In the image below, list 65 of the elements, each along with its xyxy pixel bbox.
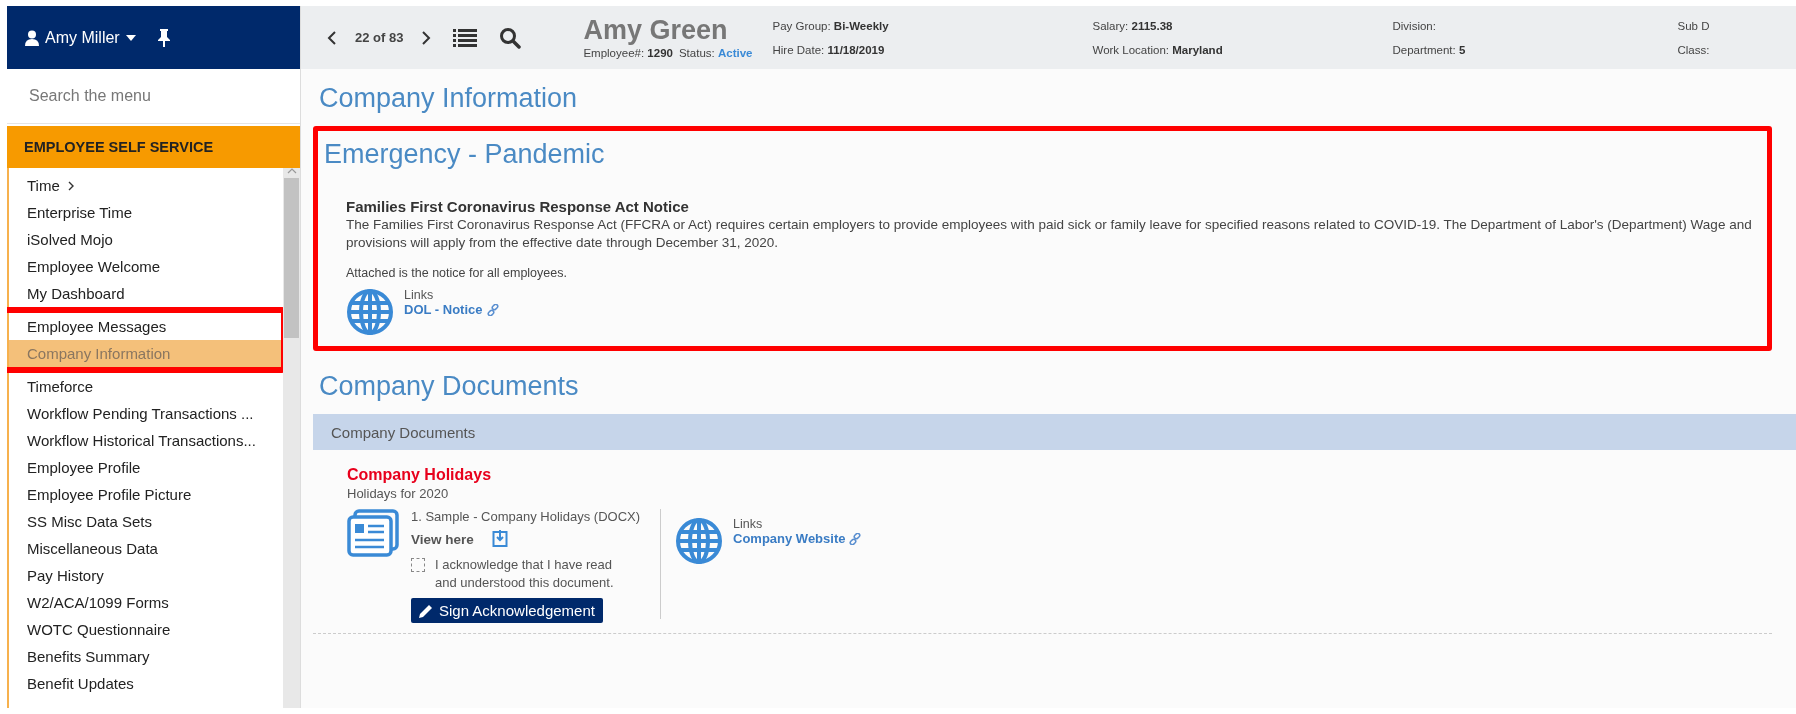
- document-subtitle: Holidays for 2020: [347, 486, 450, 501]
- info-field: Division:: [1392, 19, 1678, 32]
- next-icon[interactable]: [421, 29, 432, 46]
- notice-note: Attached is the notice for all employees.: [346, 266, 568, 280]
- documents-header-bar: Company Documents: [313, 414, 1796, 450]
- menu-item[interactable]: Pay History: [9, 562, 283, 589]
- link-icon: [486, 303, 499, 316]
- menu-item[interactable]: iSolved Mojo: [9, 226, 283, 253]
- view-link[interactable]: View here: [411, 531, 474, 547]
- page-title: Company Information: [318, 82, 579, 115]
- link[interactable]: DOL - Notice: [404, 302, 499, 317]
- info-field: Pay Group: Bi-Weekly: [772, 19, 1093, 32]
- info-field: Salary: 2115.38: [1092, 19, 1393, 32]
- menu-item[interactable]: Workflow Pending Transactions ...: [9, 400, 283, 427]
- info-field: Sub D: [1677, 19, 1738, 32]
- menu-item[interactable]: Employee Profile Picture: [9, 481, 283, 508]
- menu-item[interactable]: Benefits Summary: [9, 643, 283, 670]
- file-name: 1. Sample - Company Holidays (DOCX): [411, 509, 642, 524]
- info-field: Department: 5: [1392, 43, 1678, 56]
- acknowledge-text: I acknowledge that I have read and understood this document.: [435, 556, 615, 592]
- sign-button[interactable]: Sign Acknowledgement: [411, 598, 603, 623]
- section-title: Emergency - Pandemic: [323, 138, 606, 171]
- menu-item[interactable]: SS Misc Data Sets: [9, 508, 283, 535]
- links-label: Links: [404, 288, 435, 302]
- info-field: Hire Date: 11/18/2019: [772, 43, 1093, 56]
- menu-item[interactable]: W2/ACA/1099 Forms: [9, 589, 283, 616]
- employee-status: Status: Active: [678, 46, 753, 59]
- menu-section-header: EMPLOYEE SELF SERVICE: [7, 126, 300, 168]
- info-field: Work Location: Maryland: [1092, 43, 1393, 56]
- menu-item[interactable]: My Dashboard: [9, 280, 283, 307]
- link-icon: [849, 532, 862, 545]
- record-position: 22 of 83: [355, 30, 404, 45]
- notice-title: Families First Coronavirus Response Act Notice: [346, 198, 690, 215]
- link[interactable]: Company Website: [733, 531, 862, 546]
- notice-text: The Families First Coronavirus Response Act (FFCRA or Act) requires certain employers to provide employees with paid sick or family leave for specified reasons related to COVID-19. The Department of Labor's (Department) Wage and provisions will apply from the effective date through December 31, 2020.: [346, 216, 1753, 252]
- menu-item[interactable]: Enterprise Time: [9, 199, 283, 226]
- previous-icon[interactable]: [327, 29, 337, 46]
- document-title: Company Holidays: [347, 466, 493, 484]
- employee-name: Amy Green: [583, 16, 729, 44]
- menu-item[interactable]: Benefit Updates: [9, 670, 283, 697]
- menu-item[interactable]: Timeforce: [9, 373, 283, 400]
- pin-icon[interactable]: [157, 28, 170, 47]
- chevron-icon: [67, 180, 75, 191]
- employee-number: Employee#: 1290: [583, 46, 673, 59]
- globe-icon: [675, 517, 723, 565]
- menu-item[interactable]: WOTC Questionnaire: [9, 616, 283, 643]
- menu-item[interactable]: Workflow Historical Transactions...: [9, 427, 283, 454]
- menu-item-label: Time: [27, 177, 60, 194]
- menu-item[interactable]: Time: [9, 172, 283, 199]
- menu-item[interactable]: Employee Profile: [9, 454, 283, 481]
- globe-icon: [346, 288, 394, 336]
- document-icon: [347, 509, 399, 557]
- user-icon: [25, 29, 39, 46]
- info-field: Class:: [1677, 43, 1738, 56]
- scrollbar[interactable]: [283, 168, 300, 708]
- download-icon[interactable]: [491, 530, 508, 548]
- menu-item[interactable]: Employee Welcome: [9, 253, 283, 280]
- links-label: Links: [733, 517, 764, 531]
- checkbox[interactable]: [411, 558, 425, 572]
- pencil-icon: [419, 603, 433, 618]
- menu-item[interactable]: Employee Messages: [9, 313, 281, 340]
- menu-item[interactable]: Miscellaneous Data: [9, 535, 283, 562]
- section-title: Company Documents: [318, 370, 580, 403]
- user-menu[interactable]: Amy Miller: [25, 28, 136, 47]
- caret-icon: [125, 34, 136, 41]
